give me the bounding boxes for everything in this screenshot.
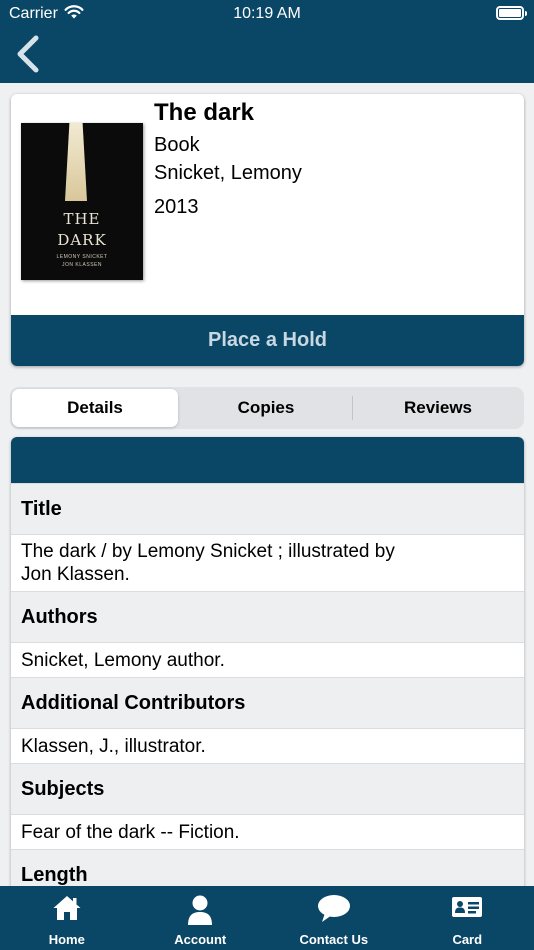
tab-home[interactable]: Home	[0, 886, 134, 950]
book-year: 2013	[154, 196, 199, 218]
tab-account[interactable]: Account	[134, 886, 268, 950]
tab-reviews[interactable]: Reviews	[353, 389, 523, 427]
cover-credits-text: LEMONY SNICKET JON KLASSEN	[56, 254, 108, 268]
tab-home-label: Home	[48, 932, 85, 947]
tab-account-label: Account	[174, 932, 227, 947]
tab-contact-us[interactable]: Contact Us	[267, 886, 401, 950]
back-button[interactable]	[12, 34, 48, 74]
chat-bubble-icon	[317, 895, 350, 922]
book-format: Book	[154, 134, 200, 156]
bottom-tab-bar: Home Account Contact Us Card	[0, 886, 534, 950]
battery-icon	[496, 6, 527, 20]
tab-details[interactable]: Details	[12, 389, 178, 427]
detail-tabs: Details Copies Reviews	[10, 387, 524, 429]
title-field-label: Title	[11, 483, 524, 535]
place-hold-button[interactable]: Place a Hold	[11, 315, 524, 366]
cover-title-text: THE DARK	[57, 210, 107, 249]
status-bar: Carrier 10:19 AM	[0, 0, 534, 28]
navigation-header: Carrier 10:19 AM	[0, 0, 534, 83]
person-icon	[188, 895, 213, 925]
book-title: The dark	[154, 99, 255, 126]
tab-card[interactable]: Card	[401, 886, 534, 950]
subjects-field-value[interactable]: Fear of the dark -- Fiction.	[11, 815, 524, 849]
details-panel[interactable]: Title The dark / by Lemony Snicket ; ill…	[11, 437, 524, 897]
title-field-value: The dark / by Lemony Snicket ; illustrat…	[11, 535, 524, 591]
book-cover-image[interactable]: THE DARK LEMONY SNICKET JON KLASSEN	[21, 123, 143, 280]
book-author[interactable]: Snicket, Lemony	[154, 162, 302, 185]
tab-copies[interactable]: Copies	[181, 389, 351, 427]
authors-field-label: Authors	[11, 591, 524, 643]
authors-field-value[interactable]: Snicket, Lemony author.	[11, 643, 524, 677]
cover-light-illustration	[65, 123, 87, 201]
contributors-field-value[interactable]: Klassen, J., illustrator.	[11, 729, 524, 763]
contributors-field-label: Additional Contributors	[11, 677, 524, 729]
book-summary-card: THE DARK LEMONY SNICKET JON KLASSEN The …	[11, 94, 524, 366]
card-icon	[452, 897, 483, 917]
chevron-left-icon	[17, 35, 39, 73]
tab-contact-us-label: Contact Us	[299, 932, 369, 947]
home-icon	[53, 896, 81, 920]
status-time: 10:19 AM	[233, 5, 301, 22]
subjects-field-label: Subjects	[11, 763, 524, 815]
details-header-bar	[11, 437, 524, 483]
tab-card-label: Card	[452, 932, 483, 947]
